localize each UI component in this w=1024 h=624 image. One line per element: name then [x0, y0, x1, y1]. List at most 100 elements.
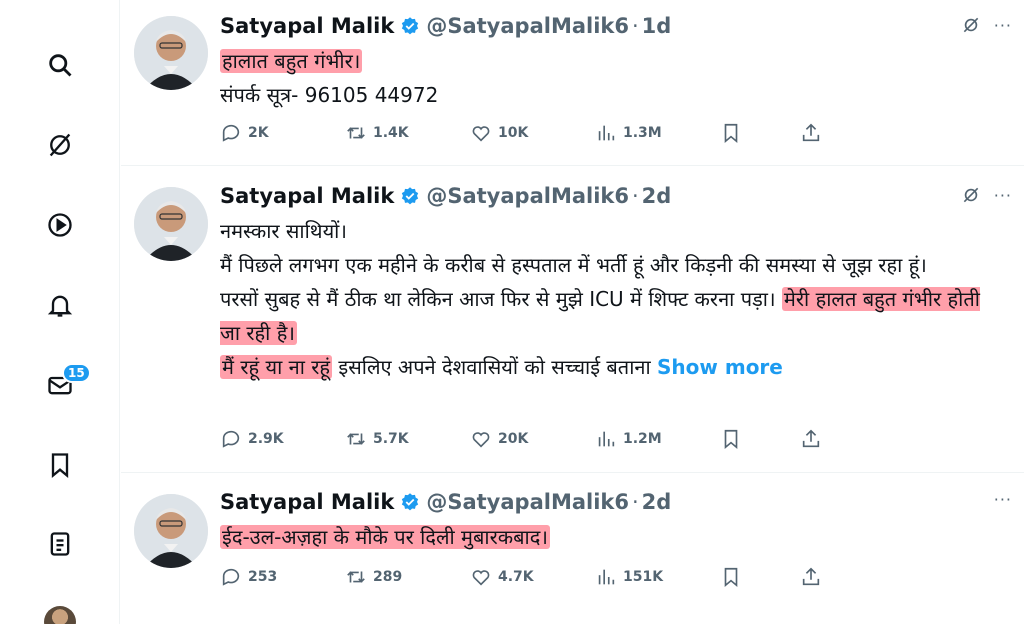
share-icon	[802, 429, 820, 448]
more-options-icon[interactable]: ···	[994, 490, 1012, 509]
like-button[interactable]: 10K	[470, 122, 595, 144]
author-handle[interactable]: @SatyapalMalik6	[426, 490, 629, 514]
text-line: परसों सुबह से मैं ठीक था लेकिन आज फिर से…	[220, 282, 1005, 350]
grok-icon[interactable]	[960, 184, 982, 206]
notification-badge: 15	[62, 363, 91, 383]
retweet-button[interactable]: 1.4K	[345, 122, 470, 144]
like-count: 4.7K	[498, 569, 534, 585]
bookmark-button[interactable]	[720, 566, 800, 588]
like-button[interactable]: 20K	[470, 428, 595, 450]
share-button[interactable]	[800, 566, 822, 588]
views-button[interactable]: 1.3M	[595, 122, 720, 144]
reply-button[interactable]: 253	[220, 566, 345, 588]
author-handle[interactable]: @SatyapalMalik6	[426, 14, 629, 38]
like-count: 10K	[498, 125, 529, 141]
tweet-header: Satyapal Malik @SatyapalMalik6 · 1d	[220, 11, 671, 41]
separator-dot: ·	[631, 490, 639, 514]
share-icon	[802, 123, 820, 142]
retweet-button[interactable]: 5.7K	[345, 428, 470, 450]
bell-icon[interactable]	[40, 285, 80, 325]
reply-icon	[222, 568, 240, 586]
separator-dot: ·	[631, 184, 639, 208]
bookmark-button[interactable]	[720, 428, 800, 450]
retweet-count: 1.4K	[373, 125, 409, 141]
share-button[interactable]	[800, 428, 822, 450]
reply-button[interactable]: 2K	[220, 122, 345, 144]
tweet-text: हालात बहुत गंभीर। संपर्क सूत्र- 96105 44…	[220, 44, 1005, 112]
grok-icon[interactable]	[960, 14, 982, 36]
timestamp[interactable]: 1d	[642, 14, 672, 38]
text-line: नमस्कार साथियों।	[220, 219, 347, 243]
text-line: मैं रहूं या ना रहूं इसलिए अपने देशवासियो…	[220, 350, 1005, 384]
separator-dot: ·	[631, 14, 639, 38]
bookmark-icon[interactable]	[40, 445, 80, 485]
views-button[interactable]: 151K	[595, 566, 720, 588]
heart-icon	[472, 432, 490, 448]
verified-badge-icon	[402, 187, 419, 205]
text-line: संपर्क सूत्र- 96105 44972	[220, 83, 439, 107]
mail-icon[interactable]: 15	[40, 363, 91, 405]
verified-badge-icon	[402, 493, 419, 511]
play-icon[interactable]	[40, 205, 80, 245]
profile-avatar[interactable]	[44, 606, 76, 624]
left-nav: 15	[0, 0, 120, 624]
retweet-count: 289	[373, 569, 403, 585]
x-logo-icon[interactable]	[40, 125, 80, 165]
retweet-icon	[347, 127, 365, 139]
analytics-icon	[598, 431, 615, 447]
tweet[interactable]: Satyapal Malik @SatyapalMalik6 · 2d ··· …	[121, 167, 1024, 473]
tweet[interactable]: Satyapal Malik @SatyapalMalik6 · 2d ··· …	[121, 474, 1024, 624]
like-count: 20K	[498, 431, 529, 447]
tweet-header: Satyapal Malik @SatyapalMalik6 · 2d	[220, 487, 671, 517]
retweet-button[interactable]: 289	[345, 566, 470, 588]
avatar[interactable]	[134, 187, 208, 261]
timestamp[interactable]: 2d	[642, 184, 672, 208]
tweet-header: Satyapal Malik @SatyapalMalik6 · 2d	[220, 181, 671, 211]
share-icon	[802, 567, 820, 586]
author-name[interactable]: Satyapal Malik	[220, 490, 394, 514]
tweet-actions: 2K 1.4K 10K 1.3M	[220, 121, 822, 145]
view-count: 1.2M	[623, 431, 662, 447]
author-name[interactable]: Satyapal Malik	[220, 14, 394, 38]
tweet-top-actions: ···	[960, 14, 1012, 36]
timeline: Satyapal Malik @SatyapalMalik6 · 1d ··· …	[121, 0, 1024, 624]
bookmark-icon	[724, 429, 738, 450]
highlighted-text: ईद-उल-अज़हा के मौके पर दिली मुबारकबाद।	[220, 525, 550, 549]
reply-icon	[222, 430, 240, 448]
reply-count: 253	[248, 569, 278, 585]
views-button[interactable]: 1.2M	[595, 428, 720, 450]
share-button[interactable]	[800, 122, 822, 144]
view-count: 1.3M	[623, 125, 662, 141]
author-handle[interactable]: @SatyapalMalik6	[426, 184, 629, 208]
bookmark-icon	[724, 123, 738, 144]
reply-button[interactable]: 2.9K	[220, 428, 345, 450]
reply-count: 2.9K	[248, 431, 284, 447]
tweet-text: नमस्कार साथियों। मैं पिछले लगभग एक महीने…	[220, 214, 1005, 384]
reply-icon	[222, 124, 240, 142]
more-options-icon[interactable]: ···	[994, 186, 1012, 205]
show-more-link[interactable]: Show more	[657, 355, 783, 379]
avatar[interactable]	[134, 16, 208, 90]
analytics-icon	[598, 125, 615, 141]
retweet-icon	[347, 571, 365, 583]
tweet[interactable]: Satyapal Malik @SatyapalMalik6 · 1d ··· …	[121, 0, 1024, 166]
verified-badge-icon	[402, 17, 419, 35]
heart-icon	[472, 570, 490, 586]
search-icon[interactable]	[40, 45, 80, 85]
tweet-actions: 2.9K 5.7K 20K 1.2M	[220, 427, 822, 451]
author-name[interactable]: Satyapal Malik	[220, 184, 394, 208]
timestamp[interactable]: 2d	[642, 490, 672, 514]
bookmark-icon	[724, 567, 738, 588]
bookmark-button[interactable]	[720, 122, 800, 144]
retweet-icon	[347, 433, 365, 445]
text-line: मैं पिछले लगभग एक महीने के करीब से हस्पत…	[220, 253, 927, 277]
tweet-actions: 253 289 4.7K 151K	[220, 565, 822, 589]
text-segment: परसों सुबह से मैं ठीक था लेकिन आज फिर से…	[220, 287, 782, 311]
reply-count: 2K	[248, 125, 269, 141]
avatar[interactable]	[134, 494, 208, 568]
tweet-text: ईद-उल-अज़हा के मौके पर दिली मुबारकबाद।	[220, 520, 1005, 554]
view-count: 151K	[623, 569, 664, 585]
more-options-icon[interactable]: ···	[994, 16, 1012, 35]
like-button[interactable]: 4.7K	[470, 566, 595, 588]
list-icon[interactable]	[40, 524, 80, 564]
